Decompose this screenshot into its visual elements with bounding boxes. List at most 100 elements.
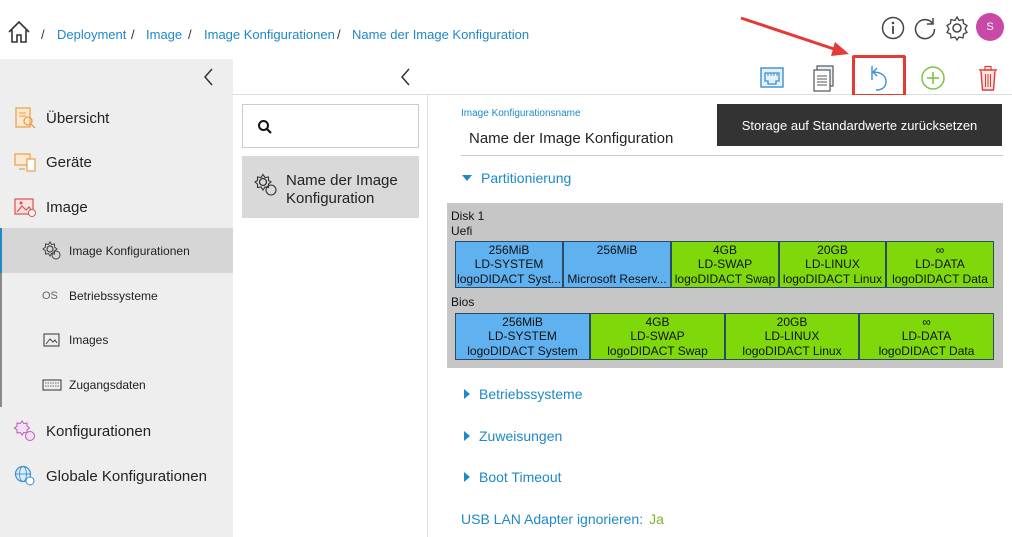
- config-gear-icon: [13, 420, 35, 441]
- section-betriebssysteme[interactable]: Betriebssysteme: [464, 386, 582, 402]
- search-icon: [258, 120, 272, 134]
- sidebar-subitem-label: Image Konfigurationen: [69, 243, 190, 258]
- section-partitionierung[interactable]: Partitionierung: [462, 170, 571, 186]
- image-config-icon: [42, 240, 61, 259]
- sidebar-item-uebersicht[interactable]: Übersicht: [0, 96, 233, 140]
- image-config-icon: [254, 173, 277, 196]
- partition-desc: logoDIDACT Data: [878, 343, 975, 358]
- partition-block[interactable]: 256MiB LD-SYSTEM logoDIDACT Syst...: [455, 241, 563, 288]
- os-icon: OS: [42, 289, 58, 302]
- breadcrumb-deployment[interactable]: Deployment: [57, 27, 126, 42]
- chevron-left-icon[interactable]: [199, 67, 219, 87]
- refresh-icon[interactable]: [912, 15, 938, 41]
- uefi-partition-row: 256MiB LD-SYSTEM logoDIDACT Syst... 256M…: [455, 241, 994, 288]
- sidebar-item-globale-konfigurationen[interactable]: Globale Konfigurationen: [0, 454, 233, 498]
- partition-name: LD-LINUX: [764, 329, 820, 344]
- partition-size: 256MiB: [488, 242, 530, 257]
- sidebar-subitem-zugangsdaten[interactable]: Zugangsdaten: [0, 362, 233, 407]
- partition-size: ∞: [935, 242, 945, 257]
- sidebar: Übersicht Geräte Image Image Konfigurati…: [0, 59, 233, 537]
- section-title: Boot Timeout: [479, 469, 562, 485]
- partition-name: LD-SWAP: [630, 329, 685, 344]
- section-boot-timeout[interactable]: Boot Timeout: [464, 469, 562, 485]
- list-column: Name der Image Konfiguration: [233, 95, 428, 537]
- bios-label: Bios: [451, 295, 475, 309]
- top-header: / Deployment / Image / Image Konfigurati…: [0, 0, 1012, 59]
- partition-size: 256MiB: [596, 242, 638, 257]
- usb-lan-adapter-setting: USB LAN Adapter ignorieren: Ja: [461, 511, 664, 527]
- uefi-label: Uefi: [451, 224, 473, 238]
- triangle-right-icon: [464, 389, 470, 399]
- partition-desc: logoDIDACT Swap: [674, 271, 776, 286]
- network-port-icon[interactable]: [757, 63, 787, 93]
- partition-desc: logoDIDACT Linux: [742, 343, 842, 358]
- credentials-icon: [42, 378, 62, 391]
- partition-block[interactable]: 256MiB Microsoft Reserv...: [563, 241, 671, 288]
- partition-size: 4GB: [712, 242, 737, 257]
- partition-desc: logoDIDACT Swap: [607, 343, 708, 358]
- partition-block[interactable]: 256MiB LD-SYSTEM logoDIDACT System: [455, 313, 590, 360]
- search-input[interactable]: [242, 104, 419, 148]
- partition-name: LD-SYSTEM: [474, 257, 544, 272]
- sidebar-item-label: Übersicht: [46, 109, 110, 127]
- sidebar-item-label: Geräte: [46, 153, 92, 171]
- settings-gear-icon[interactable]: [944, 15, 970, 41]
- breadcrumb-current[interactable]: Name der Image Konfiguration: [352, 27, 529, 42]
- image-icon: [14, 198, 36, 217]
- add-icon[interactable]: [918, 63, 948, 93]
- global-config-icon: [14, 465, 35, 486]
- delete-trash-icon[interactable]: [973, 63, 1003, 93]
- sidebar-subitem-label: Images: [69, 332, 109, 347]
- devices-icon: [14, 153, 36, 172]
- reset-tooltip: Storage auf Standardwerte zurücksetzen: [717, 104, 1002, 146]
- partition-block[interactable]: 20GB LD-LINUX logoDIDACT Linux: [779, 241, 886, 288]
- breadcrumb-image-konfigurationen[interactable]: Image Konfigurationen: [204, 27, 335, 42]
- sidebar-item-image[interactable]: Image: [0, 185, 233, 229]
- partition-block[interactable]: 4GB LD-SWAP logoDIDACT Swap: [671, 241, 779, 288]
- breadcrumb-separator: /: [131, 27, 135, 42]
- sidebar-subitem-images[interactable]: Images: [0, 317, 233, 362]
- chevron-left-icon[interactable]: [396, 67, 416, 87]
- disk-title: Disk 1: [451, 209, 485, 223]
- sidebar-item-label: Globale Konfigurationen: [46, 467, 207, 485]
- sidebar-subitem-label: Betriebssysteme: [69, 288, 158, 303]
- partition-block[interactable]: 20GB LD-LINUX logoDIDACT Linux: [725, 313, 859, 360]
- triangle-down-icon: [462, 175, 472, 181]
- partition-panel: Disk 1 Uefi 256MiB LD-SYSTEM logoDIDACT …: [447, 203, 1003, 368]
- sidebar-item-konfigurationen[interactable]: Konfigurationen: [0, 409, 233, 453]
- usb-value: Ja: [649, 511, 664, 527]
- partition-size: ∞: [922, 314, 931, 329]
- list-item-label: Name der Image Konfiguration: [286, 172, 398, 207]
- sidebar-subitem-image-konfigurationen[interactable]: Image Konfigurationen: [0, 228, 233, 273]
- partition-name: LD-LINUX: [805, 257, 860, 272]
- triangle-right-icon: [464, 431, 470, 441]
- partition-desc: logoDIDACT Syst...: [457, 271, 561, 286]
- partition-size: 4GB: [645, 314, 670, 329]
- list-item[interactable]: Name der Image Konfiguration: [242, 156, 419, 218]
- breadcrumb-separator: /: [188, 27, 192, 42]
- highlight-annotation: [852, 55, 906, 97]
- sidebar-subitem-betriebssysteme[interactable]: OS Betriebssysteme: [0, 273, 233, 318]
- field-label: Image Konfigurationsname: [461, 108, 581, 119]
- partition-block[interactable]: 4GB LD-SWAP logoDIDACT Swap: [590, 313, 725, 360]
- user-avatar[interactable]: S: [976, 13, 1004, 41]
- sidebar-item-label: Image: [46, 198, 88, 216]
- copy-document-icon[interactable]: [809, 63, 839, 93]
- breadcrumb-image[interactable]: Image: [146, 27, 182, 42]
- partition-desc: logoDIDACT Linux: [782, 271, 883, 286]
- partition-size: 256MiB: [502, 314, 543, 329]
- active-indicator: [0, 228, 2, 273]
- section-zuweisungen[interactable]: Zuweisungen: [464, 428, 562, 444]
- sidebar-item-geraete[interactable]: Geräte: [0, 140, 233, 184]
- partition-size: 20GB: [817, 242, 848, 257]
- partition-size: 20GB: [776, 314, 808, 329]
- partition-block[interactable]: ∞ LD-DATA logoDIDACT Data: [886, 241, 994, 288]
- home-icon[interactable]: [6, 19, 32, 45]
- info-icon[interactable]: [880, 15, 906, 41]
- partition-name: LD-DATA: [915, 257, 965, 272]
- partition-block[interactable]: ∞ LD-DATA logoDIDACT Data: [859, 313, 994, 360]
- images-icon: [43, 332, 60, 347]
- triangle-right-icon: [464, 472, 470, 482]
- partition-desc: Microsoft Reserv...: [567, 271, 667, 286]
- breadcrumb-separator: /: [41, 27, 45, 42]
